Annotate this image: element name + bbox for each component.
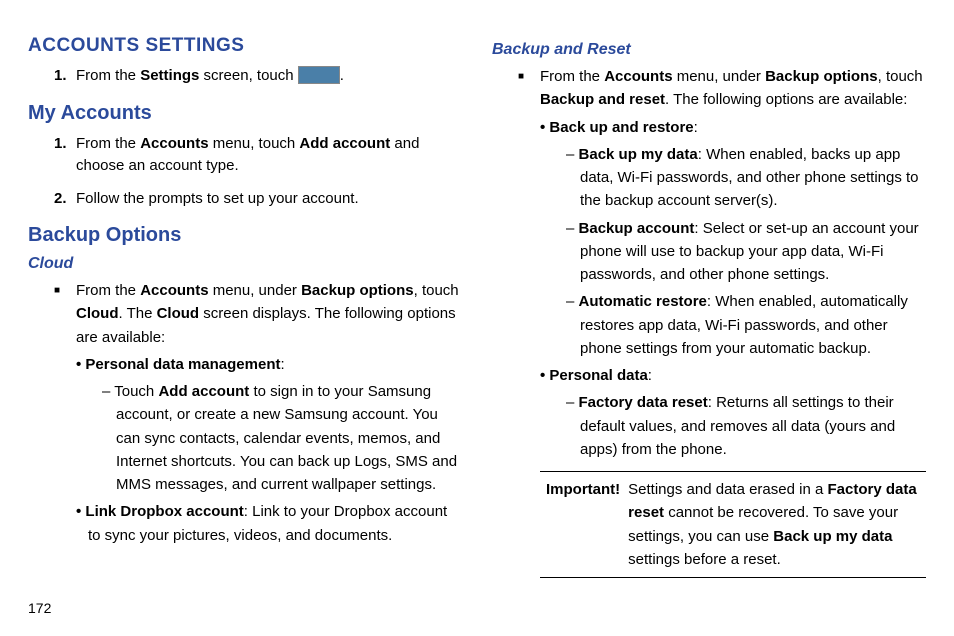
- important-label: Important!: [542, 478, 628, 571]
- accounts-icon: [298, 66, 340, 84]
- subheading-cloud: Cloud: [28, 255, 462, 273]
- list-item: Link Dropbox account: Link to your Dropb…: [76, 500, 462, 547]
- heading-my-accounts: My Accounts: [28, 102, 462, 125]
- list-item: 1. From the Accounts menu, touch Add acc…: [54, 133, 462, 178]
- right-column: Backup and Reset ■ From the Accounts men…: [492, 35, 926, 588]
- heading-backup-options: Backup Options: [28, 224, 462, 247]
- step-text: From the Settings screen, touch .: [76, 65, 344, 88]
- square-bullet-icon: ■: [518, 65, 540, 578]
- cloud-list: ■ From the Accounts menu, under Backup o…: [54, 279, 462, 551]
- step-text: From the Accounts menu, touch Add accoun…: [76, 133, 462, 178]
- list-item: ■ From the Accounts menu, under Backup o…: [54, 279, 462, 551]
- cloud-options: Personal data management: Touch Add acco…: [76, 353, 462, 547]
- list-item: Automatic restore: When enabled, automat…: [566, 290, 926, 360]
- pd-sublist: Factory data reset: Returns all settings…: [566, 391, 926, 461]
- list-item: Back up my data: When enabled, backs up …: [566, 143, 926, 213]
- step-number: 2.: [54, 188, 76, 211]
- two-column-layout: ACCOUNTS SETTINGS 1. From the Settings s…: [28, 35, 926, 588]
- list-item: 2. Follow the prompts to set up your acc…: [54, 188, 462, 211]
- bur-sublist: Back up my data: When enabled, backs up …: [566, 143, 926, 360]
- accounts-settings-steps: 1. From the Settings screen, touch .: [54, 65, 462, 88]
- list-item: Touch Add account to sign in to your Sam…: [102, 380, 462, 496]
- step-number: 1.: [54, 65, 76, 88]
- important-text: Settings and data erased in a Factory da…: [628, 478, 924, 571]
- list-item: Back up and restore: Back up my data: Wh…: [540, 116, 926, 361]
- item-content: From the Accounts menu, under Backup opt…: [76, 279, 462, 551]
- subheading-backup-reset: Backup and Reset: [492, 41, 926, 59]
- left-column: ACCOUNTS SETTINGS 1. From the Settings s…: [28, 35, 462, 588]
- list-item: Personal data management: Touch Add acco…: [76, 353, 462, 497]
- bar-options: Back up and restore: Back up my data: Wh…: [540, 116, 926, 462]
- square-bullet-icon: ■: [54, 279, 76, 551]
- backup-reset-list: ■ From the Accounts menu, under Backup o…: [518, 65, 926, 578]
- important-callout: Important! Settings and data erased in a…: [540, 471, 926, 578]
- list-item: Factory data reset: Returns all settings…: [566, 391, 926, 461]
- pdm-sublist: Touch Add account to sign in to your Sam…: [102, 380, 462, 496]
- list-item: Personal data: Factory data reset: Retur…: [540, 364, 926, 461]
- step-number: 1.: [54, 133, 76, 178]
- list-item: Backup account: Select or set-up an acco…: [566, 217, 926, 287]
- list-item: ■ From the Accounts menu, under Backup o…: [518, 65, 926, 578]
- item-content: From the Accounts menu, under Backup opt…: [540, 65, 926, 578]
- list-item: 1. From the Settings screen, touch .: [54, 65, 462, 88]
- step-text: Follow the prompts to set up your accoun…: [76, 188, 359, 211]
- my-accounts-steps: 1. From the Accounts menu, touch Add acc…: [54, 133, 462, 211]
- heading-accounts-settings: ACCOUNTS SETTINGS: [28, 35, 462, 57]
- page-number: 172: [28, 600, 51, 616]
